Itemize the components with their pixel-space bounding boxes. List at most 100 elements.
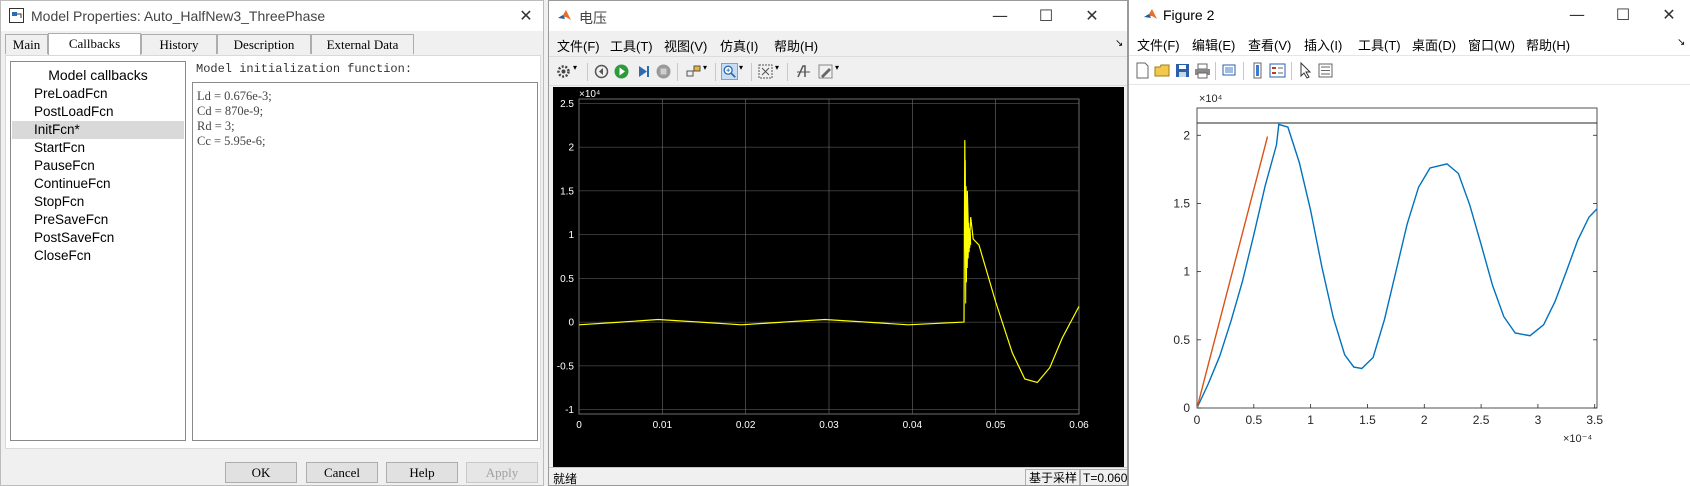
run-icon[interactable] [613, 63, 630, 80]
callback-item[interactable]: PreLoadFcn [12, 85, 184, 103]
settings-gear-icon[interactable] [555, 63, 572, 80]
matlab-icon [558, 10, 571, 20]
zoom-in-icon[interactable] [721, 63, 738, 80]
callback-item[interactable]: CloseFcn [12, 247, 184, 265]
cursor-measure-icon[interactable] [795, 63, 812, 80]
menu-desktop[interactable]: 桌面(D) [1412, 35, 1456, 54]
maximize-icon[interactable]: ☐ [1035, 5, 1057, 27]
dock-arrow-icon[interactable]: ↘ [1115, 38, 1123, 49]
callback-item[interactable]: PostSaveFcn [12, 229, 184, 247]
y-tick-label: -0.5 [557, 361, 575, 372]
pointer-icon[interactable] [1297, 62, 1314, 79]
status-bar: 就绪 基于采样 T=0.060 [549, 467, 1127, 486]
y-tick-label: -1 [565, 405, 574, 416]
menu-window[interactable]: 窗口(W) [1468, 35, 1515, 54]
menu-view[interactable]: 查看(V) [1248, 35, 1291, 54]
open-file-icon[interactable] [1154, 62, 1171, 79]
x-tick-label: 3.5 [1586, 413, 1603, 427]
toolbar-separator [587, 63, 588, 81]
scope-display: ×10⁴ 0 0.01 0.02 0.03 0.04 0.05 0.06 -1 -0.5 0 0.5 1… [553, 87, 1124, 467]
scope-window: 电压 — ☐ ✕ 文件(F) 工具(T) 视图(V) 仿真(I) 帮助(H) ↘… [548, 0, 1128, 486]
link-plot-icon[interactable] [1221, 62, 1238, 79]
toolbar-separator [677, 63, 678, 81]
tab-description[interactable]: Description [217, 34, 311, 54]
close-icon[interactable]: ✕ [1081, 5, 1103, 27]
x-tick-label: 0.03 [819, 420, 839, 431]
menu-file[interactable]: 文件(F) [1137, 35, 1180, 54]
callback-item[interactable]: ContinueFcn [12, 175, 184, 193]
menu-help[interactable]: 帮助(H) [1526, 35, 1570, 54]
scope-plot: ×10⁴ 0 0.01 0.02 0.03 0.04 0.05 0.06 -1 -0.5 0 0.5 1… [557, 89, 1089, 431]
title-bar: Model Properties: Auto_HalfNew3_ThreePha… [1, 1, 543, 31]
callback-item[interactable]: PreSaveFcn [12, 211, 184, 229]
x-tick-label: 3 [1535, 413, 1542, 427]
legend-icon[interactable] [1269, 62, 1286, 79]
close-icon[interactable]: ✕ [515, 5, 537, 27]
callback-item[interactable]: StopFcn [12, 193, 184, 211]
tab-callbacks[interactable]: Callbacks [48, 33, 141, 55]
callback-item-selected[interactable]: InitFcn* [12, 121, 184, 139]
maximize-icon[interactable]: ☐ [1612, 4, 1634, 26]
print-icon[interactable] [1194, 62, 1211, 79]
code-line: Cd = 870e-9; [197, 104, 264, 118]
tab-history[interactable]: History [141, 34, 217, 54]
toolbar-separator [715, 63, 716, 81]
help-button[interactable]: Help [386, 462, 458, 483]
window-title: 电压 [579, 10, 607, 26]
menu-bar: 文件(F) 工具(T) 视图(V) 仿真(I) 帮助(H) ↘ [549, 33, 1127, 55]
y-tick-label: 2.5 [560, 99, 574, 110]
dropdown-arrow-icon[interactable]: ▾ [835, 63, 852, 80]
minimize-icon[interactable]: — [1566, 4, 1588, 26]
code-line: Cc = 5.95e-6; [197, 134, 266, 148]
tab-main[interactable]: Main [5, 34, 48, 54]
x-tick-label: 0.05 [986, 420, 1006, 431]
ok-button[interactable]: OK [225, 462, 297, 483]
step-back-icon[interactable] [593, 63, 610, 80]
x-tick-label: 1 [1307, 413, 1314, 427]
window-title: Model Properties: Auto_HalfNew3_ThreePha… [31, 8, 326, 24]
menu-bar: 文件(F) 编辑(E) 查看(V) 插入(I) 工具(T) 桌面(D) 窗口(W… [1129, 32, 1690, 54]
menu-tools[interactable]: 工具(T) [1358, 35, 1401, 54]
tab-external-data[interactable]: External Data [311, 34, 414, 54]
save-icon[interactable] [1174, 62, 1191, 79]
new-figure-icon[interactable] [1134, 62, 1151, 79]
menu-edit[interactable]: 编辑(E) [1192, 35, 1235, 54]
x-tick-label: 0 [1194, 413, 1201, 427]
highlight-block-icon[interactable] [685, 63, 702, 80]
callback-item[interactable]: StartFcn [12, 139, 184, 157]
callback-list: Model callbacks PreLoadFcn PostLoadFcn I… [10, 61, 186, 441]
y-tick-label: 2 [568, 143, 574, 154]
toolbar-separator [751, 63, 752, 81]
init-function-editor[interactable]: Ld = 0.676e-3; Cd = 870e-9; Rd = 3; Cc =… [192, 82, 538, 441]
callback-item[interactable]: PauseFcn [12, 157, 184, 175]
stop-icon[interactable] [655, 63, 672, 80]
cancel-button[interactable]: Cancel [306, 462, 378, 483]
menu-help[interactable]: 帮助(H) [774, 36, 818, 55]
menu-insert[interactable]: 插入(I) [1304, 35, 1342, 54]
menu-tools[interactable]: 工具(T) [610, 36, 653, 55]
callback-item[interactable]: PostLoadFcn [12, 103, 184, 121]
menu-simulation[interactable]: 仿真(I) [720, 36, 758, 55]
autoscale-icon[interactable] [757, 63, 774, 80]
sim-time: T=0.060 [1079, 469, 1127, 485]
toolbar-separator [1291, 62, 1292, 80]
style-pen-icon[interactable] [817, 63, 834, 80]
menu-file[interactable]: 文件(F) [557, 36, 600, 55]
dropdown-arrow-icon[interactable]: ▾ [703, 63, 720, 80]
y-tick-label: 0.5 [560, 274, 574, 285]
status-ready: 就绪 [553, 472, 578, 486]
property-editor-icon[interactable] [1317, 62, 1334, 79]
menu-view[interactable]: 视图(V) [664, 36, 707, 55]
dropdown-arrow-icon[interactable]: ▾ [775, 63, 792, 80]
apply-button[interactable]: Apply [466, 462, 538, 483]
close-icon[interactable]: ✕ [1658, 4, 1680, 26]
toolbar-separator [1215, 62, 1216, 80]
minimize-icon[interactable]: — [989, 5, 1011, 27]
y-tick-label: 1.5 [560, 186, 574, 197]
dock-arrow-icon[interactable]: ↘ [1677, 37, 1685, 48]
ringing-trace [964, 160, 972, 304]
dropdown-arrow-icon[interactable]: ▾ [739, 63, 756, 80]
sample-mode: 基于采样 [1025, 469, 1082, 485]
colorbar-icon[interactable] [1249, 62, 1266, 79]
step-forward-icon[interactable] [635, 63, 652, 80]
